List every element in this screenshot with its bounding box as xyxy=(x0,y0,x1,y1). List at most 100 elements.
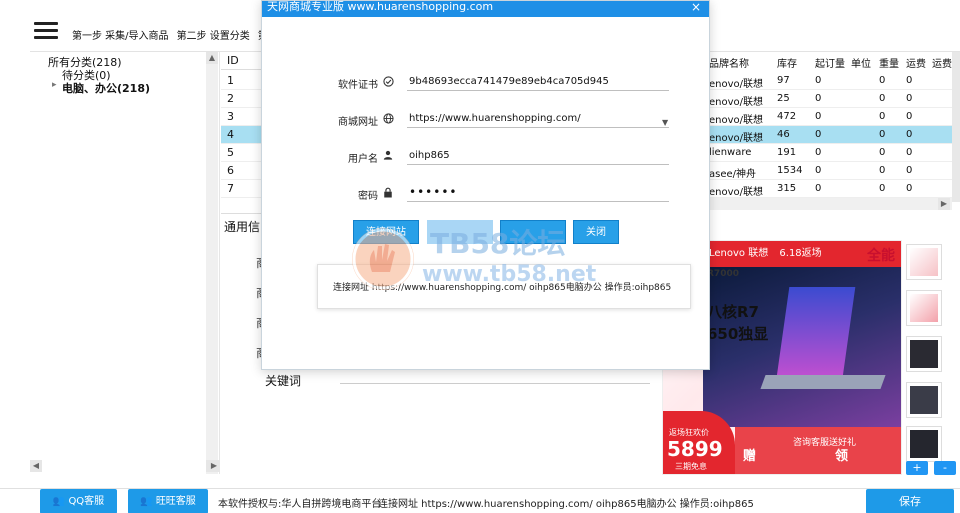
license-label: 软件证书 xyxy=(338,80,378,91)
col-header-shipping[interactable]: 运费 xyxy=(906,55,926,70)
shipping-cell: 0 xyxy=(906,129,913,140)
table-row[interactable]: enovo/联想 315 0 0 0 xyxy=(709,180,952,198)
price-value: 5899 xyxy=(667,437,723,461)
weight-cell: 0 xyxy=(879,147,886,158)
tab-general[interactable]: 通用信 xyxy=(224,218,260,235)
ad-model: R7000 xyxy=(707,269,739,279)
weight-cell: 0 xyxy=(879,129,886,140)
tree-vscroll[interactable] xyxy=(206,52,218,474)
save-button[interactable]: 保存 xyxy=(866,489,954,513)
password-input[interactable] xyxy=(407,183,669,202)
moq-cell: 0 xyxy=(815,111,822,122)
stock-cell: 97 xyxy=(777,75,790,86)
grid-vscroll[interactable] xyxy=(952,52,960,202)
license-text: 本软件授权与:华人自拼跨境电商平台 xyxy=(218,499,382,510)
table-row[interactable]: enovo/联想 472 0 0 0 xyxy=(709,108,952,126)
grid-hscroll[interactable] xyxy=(709,198,952,210)
weight-cell: 0 xyxy=(879,183,886,194)
table-row[interactable]: 7 xyxy=(221,180,263,198)
url-select[interactable] xyxy=(407,109,669,128)
dialog-title: 天网商城专业版 www.huarenshopping.com xyxy=(267,0,494,13)
table-row[interactable]: asee/神舟 1534 0 0 0 xyxy=(709,162,952,180)
connect-button[interactable]: 连接网站 xyxy=(353,220,419,244)
dialog-titlebar[interactable]: 天网商城专业版 www.huarenshopping.com × xyxy=(262,0,709,17)
chevron-down-icon[interactable]: ▼ xyxy=(662,118,668,127)
moq-cell: 0 xyxy=(815,75,822,86)
thumbnail[interactable] xyxy=(906,244,942,280)
login-dialog: 天网商城专业版 www.huarenshopping.com × 软件证书 商城… xyxy=(261,0,710,370)
step-tabs: 第一步 采集/导入商品 第二步 设置分类 第 xyxy=(72,27,268,42)
thumbnail[interactable] xyxy=(906,426,942,462)
table-row-selected[interactable]: 4 xyxy=(221,126,263,144)
connection-status-popup: 连接网址 https://www.huarenshopping.com/ oih… xyxy=(317,264,691,309)
table-row[interactable]: enovo/联想 25 0 0 0 xyxy=(709,90,952,108)
table-row[interactable]: 1 xyxy=(221,72,263,90)
table-row[interactable]: 2 xyxy=(221,90,263,108)
scroll-right-icon[interactable]: ▶ xyxy=(208,460,220,472)
table-row[interactable]: enovo/联想 97 0 0 0 xyxy=(709,72,952,90)
shipping-cell: 0 xyxy=(906,75,913,86)
col-header-stock[interactable]: 库存 xyxy=(777,55,797,70)
col-header-shipping-2[interactable]: 运费 xyxy=(932,55,952,70)
brand-cell: lienware xyxy=(709,147,752,158)
close-icon[interactable]: × xyxy=(691,0,701,14)
weight-cell: 0 xyxy=(879,75,886,86)
menu-icon[interactable] xyxy=(34,20,60,42)
col-header-brand[interactable]: 品牌名称 xyxy=(709,55,749,70)
user-icon xyxy=(382,150,394,162)
ww-label: 旺旺客服 xyxy=(155,496,196,507)
stock-cell: 191 xyxy=(777,147,797,158)
table-row[interactable]: 5 xyxy=(221,144,263,162)
brand-cell: enovo/联想 xyxy=(709,187,764,198)
keyword-input[interactable] xyxy=(340,383,650,384)
users-icon: 👥 xyxy=(52,496,69,507)
scroll-up-icon[interactable]: ▲ xyxy=(206,52,218,64)
id-header: ID xyxy=(221,52,263,70)
step-2-tab[interactable]: 第二步 设置分类 xyxy=(177,27,250,42)
add-image-button[interactable]: + xyxy=(906,461,928,475)
lock-icon xyxy=(382,187,394,199)
scroll-left-icon[interactable]: ◀ xyxy=(30,460,42,472)
qq-support-button[interactable]: 👥 QQ客服 xyxy=(40,489,117,513)
brand-cell: enovo/联想 xyxy=(709,97,764,108)
col-header-weight[interactable]: 重量 xyxy=(879,55,899,70)
shipping-cell: 0 xyxy=(906,93,913,104)
connection-status: 连接网址 https://www.huarenshopping.com/ oih… xyxy=(378,499,754,510)
ad-headline-1: 八核R7 xyxy=(707,303,759,321)
password-label: 密码 xyxy=(358,191,378,202)
thumbnail[interactable] xyxy=(906,336,942,372)
col-header-moq[interactable]: 起订量 xyxy=(815,55,845,70)
action-button[interactable] xyxy=(500,220,566,244)
license-input[interactable] xyxy=(407,72,669,91)
laptop-screen-shape xyxy=(776,287,856,377)
moq-cell: 0 xyxy=(815,165,822,176)
users-icon: 👥 xyxy=(140,496,156,507)
close-dialog-button[interactable]: 关闭 xyxy=(573,220,619,244)
weight-cell: 0 xyxy=(879,165,886,176)
product-grid-right: 品牌名称 库存 起订量 单位 重量 运费 运费 enovo/联想 97 0 0 … xyxy=(709,52,952,212)
ad-corner-text: 全能 xyxy=(867,248,895,264)
ad-promo: 6.18返场 xyxy=(779,248,822,259)
stock-cell: 1534 xyxy=(777,165,803,176)
ad-brand: Lenovo 联想 xyxy=(709,248,769,259)
remove-image-button[interactable]: - xyxy=(934,461,956,475)
table-row[interactable]: 6 xyxy=(221,162,263,180)
table-row[interactable]: lienware 191 0 0 0 xyxy=(709,144,952,162)
thumbnail[interactable] xyxy=(906,382,942,418)
username-input[interactable] xyxy=(407,146,669,165)
brand-cell: enovo/联想 xyxy=(709,115,764,126)
col-header-unit[interactable]: 单位 xyxy=(851,55,871,70)
status-bar: 👥 QQ客服 👥 旺旺客服 本软件授权与:华人自拼跨境电商平台 连接网址 htt… xyxy=(0,488,960,513)
moq-cell: 0 xyxy=(815,183,822,194)
thumbnail[interactable] xyxy=(906,290,942,326)
tree-item-computers[interactable]: 电脑、办公(218) xyxy=(62,80,150,96)
step-1-tab[interactable]: 第一步 采集/导入商品 xyxy=(72,27,169,42)
expand-icon[interactable]: ▸ xyxy=(52,80,57,90)
disabled-button xyxy=(427,220,493,244)
wangwang-support-button[interactable]: 👥 旺旺客服 xyxy=(128,489,208,513)
shipping-cell: 0 xyxy=(906,183,913,194)
table-row-selected[interactable]: enovo/联想 46 0 0 0 xyxy=(709,126,952,144)
keyword-label: 关键词 xyxy=(265,374,302,388)
scroll-right-icon[interactable]: ▶ xyxy=(938,198,950,210)
table-row[interactable]: 3 xyxy=(221,108,263,126)
